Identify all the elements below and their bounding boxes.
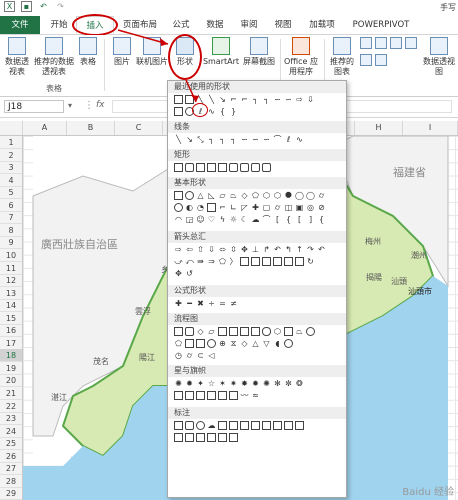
watermark: Baidu 经验 [402, 487, 454, 498]
annotation-arrow-head [160, 38, 168, 46]
annotation-arrows [117, 29, 199, 103]
